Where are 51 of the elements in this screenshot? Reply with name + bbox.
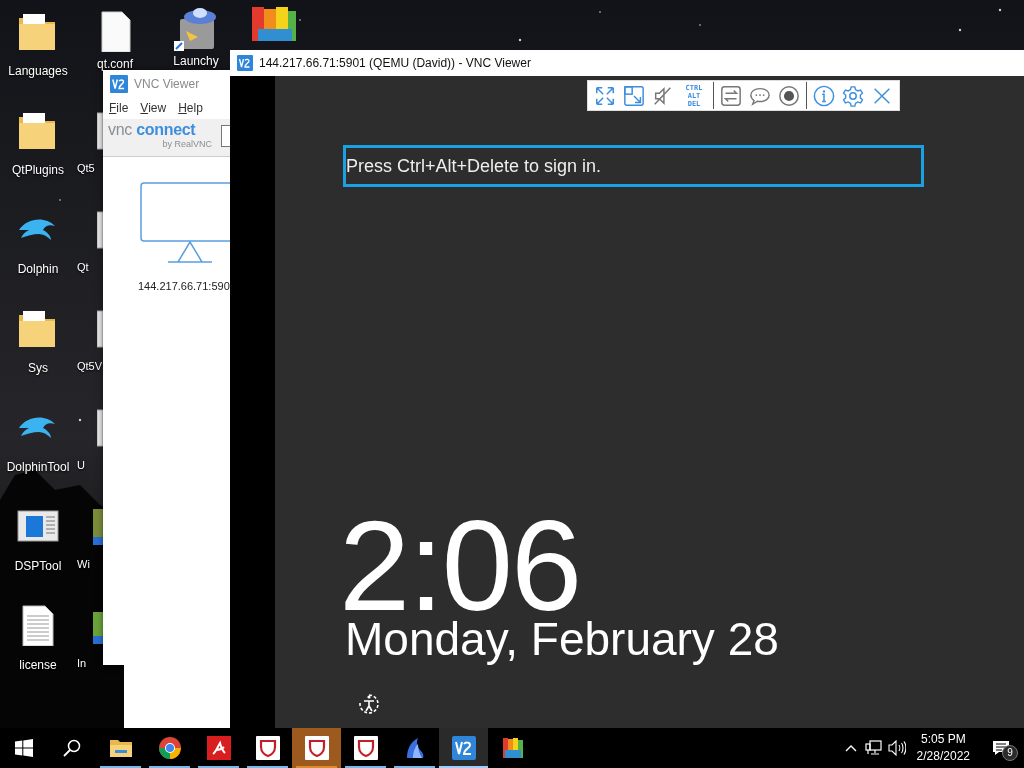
shield-icon (304, 736, 329, 760)
menu-item[interactable]: File (109, 99, 129, 117)
network-icon (865, 740, 883, 756)
icon-label: Qt5 (77, 161, 95, 176)
icon-label: license (19, 657, 57, 674)
sign-in-prompt[interactable]: Press Ctrl+Alt+Delete to sign in. (343, 145, 924, 187)
icon-label: DolphinTool (6, 459, 70, 476)
clock-button[interactable]: 5:05 PM 2/28/2022 (908, 728, 978, 768)
avira-icon (206, 736, 231, 760)
icon-label: Qt5V (77, 359, 103, 374)
chevron-up-icon (844, 744, 857, 752)
colored-squares-icon (500, 736, 525, 760)
icon-label: DSPTool (14, 558, 62, 575)
chrome-icon (157, 736, 182, 760)
expand-icon (594, 84, 616, 107)
icon-label: Wi (77, 557, 90, 572)
notifications-button[interactable]: 9 (978, 728, 1024, 768)
menu-item[interactable]: Help (178, 99, 203, 117)
settings-icon (842, 84, 864, 107)
icon-label: qt.conf (97, 56, 133, 73)
icon-label: U (77, 458, 85, 473)
scale-icon (623, 84, 645, 107)
logo-text: vnc connect (108, 122, 197, 138)
icon-label: Qt (77, 260, 89, 275)
icon-label: Languages (8, 63, 68, 80)
taskbar-app-button[interactable] (439, 728, 488, 768)
icon-label: Dolphin (17, 261, 59, 278)
computer-label: 144.217.66.71:590 (138, 279, 230, 294)
shield-icon (255, 736, 280, 760)
notification-count: 9 (1002, 745, 1018, 761)
app-logo-icon (110, 74, 128, 93)
menu-item[interactable]: View (140, 99, 167, 117)
record-icon (778, 84, 800, 107)
icon-label: Sys (28, 360, 48, 377)
byline: by RealVNC (161, 138, 212, 151)
speaker-icon (887, 740, 906, 756)
app-logo-icon (237, 55, 253, 71)
taskbar-app-button[interactable] (292, 728, 341, 768)
window-title: 144.217.66.71:5901 (QEMU (David)) - VNC Viewer (259, 55, 531, 72)
window-title: VNC Viewer (134, 75, 200, 93)
speaker-muted-icon (652, 84, 674, 107)
windows-logo-icon (15, 739, 33, 757)
icon-label: QtPlugins (12, 162, 64, 179)
transfer-icon (720, 84, 742, 107)
accessibility-icon[interactable] (357, 691, 381, 716)
icon-label: Launchy (173, 53, 219, 70)
info-icon (813, 84, 835, 107)
shield-icon (353, 736, 378, 760)
icon-label: In (77, 656, 87, 671)
search-icon (63, 739, 81, 757)
app-logo-icon (451, 736, 476, 760)
